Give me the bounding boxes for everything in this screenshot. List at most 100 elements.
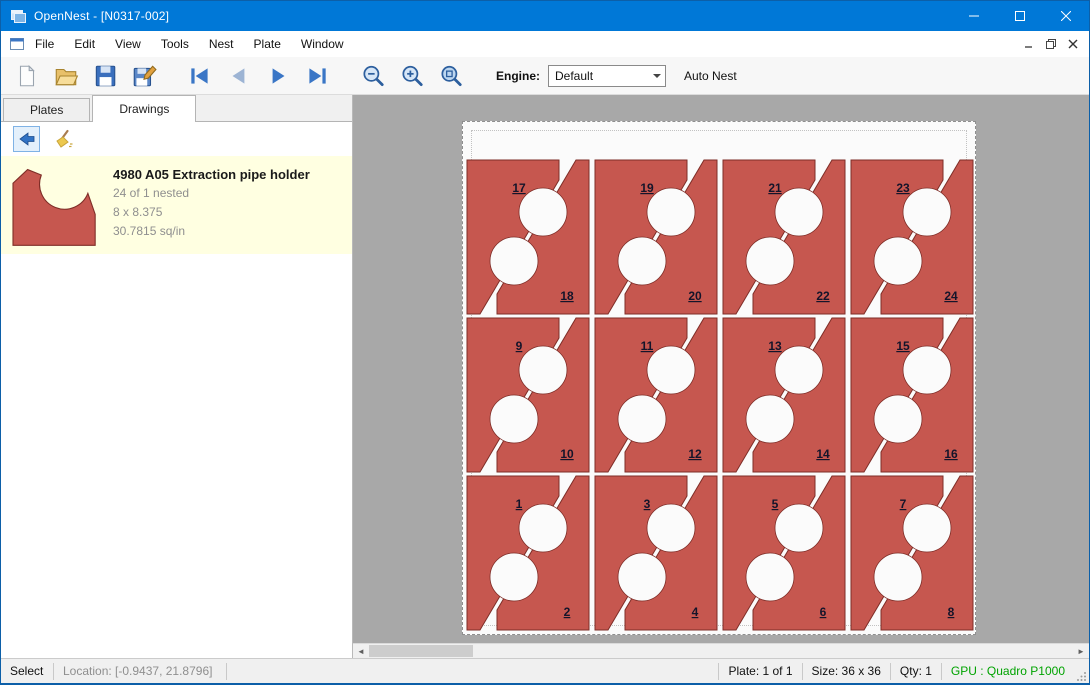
- menu-item-plate[interactable]: Plate: [244, 31, 291, 57]
- previous-plate-icon[interactable]: [226, 63, 252, 89]
- part-notch-hole: [618, 553, 666, 601]
- nested-part-pair[interactable]: 15 16: [849, 316, 975, 474]
- part-number-label: 21: [768, 181, 782, 195]
- scroll-right-arrow-icon[interactable]: ►: [1073, 644, 1089, 658]
- zoom-fit-icon[interactable]: [438, 63, 464, 89]
- menu-item-window[interactable]: Window: [291, 31, 354, 57]
- part-thumbnail: [9, 165, 101, 249]
- status-location: Location: [-0.9437, 21.8796]: [54, 664, 226, 678]
- nested-part-pair[interactable]: 5 6: [721, 474, 847, 632]
- part-number-label: 3: [644, 497, 651, 511]
- tab-drawings[interactable]: Drawings: [92, 95, 196, 122]
- part-notch-hole: [490, 395, 538, 443]
- part-notch-hole: [519, 188, 567, 236]
- nested-part-pair[interactable]: 17 18: [465, 158, 591, 316]
- part-notch-hole: [647, 346, 695, 394]
- menu-item-view[interactable]: View: [105, 31, 151, 57]
- part-notch-hole: [647, 504, 695, 552]
- mdi-child-controls: [1018, 34, 1084, 54]
- part-notch-hole: [746, 395, 794, 443]
- minimize-button[interactable]: [951, 1, 997, 31]
- main-toolbar: Engine: Default Auto Nest: [1, 57, 1089, 95]
- close-button[interactable]: [1043, 1, 1089, 31]
- menubar: File Edit View Tools Nest Plate Window: [1, 31, 1089, 57]
- clear-broom-button[interactable]: [50, 126, 77, 152]
- nested-part-pair[interactable]: 23 24: [849, 158, 975, 316]
- part-title: 4980 A05 Extraction pipe holder: [113, 167, 310, 182]
- maximize-button[interactable]: [997, 1, 1043, 31]
- nest-canvas[interactable]: 17 18 19 20 21 22 23: [353, 95, 1089, 658]
- part-number-label: 22: [816, 289, 830, 303]
- last-plate-icon[interactable]: [304, 63, 330, 89]
- drawings-toolbar: [1, 122, 352, 156]
- part-notch-hole: [490, 237, 538, 285]
- nested-part-pair[interactable]: 13 14: [721, 316, 847, 474]
- first-plate-icon[interactable]: [187, 63, 213, 89]
- status-gpu: GPU : Quadro P1000: [942, 664, 1074, 678]
- maximize-icon: [1015, 11, 1025, 21]
- save-edit-icon[interactable]: [131, 63, 157, 89]
- drawing-list-item[interactable]: 4980 A05 Extraction pipe holder 24 of 1 …: [1, 156, 352, 254]
- nested-part-pair[interactable]: 9 10: [465, 316, 591, 474]
- menu-item-edit[interactable]: Edit: [64, 31, 105, 57]
- zoom-in-icon[interactable]: [399, 63, 425, 89]
- status-mode: Select: [1, 664, 53, 678]
- open-folder-icon[interactable]: [53, 63, 79, 89]
- part-number-label: 17: [512, 181, 526, 195]
- nested-part-pair[interactable]: 7 8: [849, 474, 975, 632]
- nested-part-pair[interactable]: 11 12: [593, 316, 719, 474]
- close-icon: [1061, 11, 1071, 21]
- return-part-icon: [17, 129, 37, 149]
- nested-part-pair[interactable]: 1 2: [465, 474, 591, 632]
- tab-plates[interactable]: Plates: [3, 98, 90, 121]
- part-info: 4980 A05 Extraction pipe holder 24 of 1 …: [113, 163, 310, 247]
- horizontal-scrollbar[interactable]: ◄ ►: [353, 643, 1089, 658]
- zoom-out-icon[interactable]: [360, 63, 386, 89]
- save-icon[interactable]: [92, 63, 118, 89]
- mdi-restore-button[interactable]: [1040, 34, 1062, 54]
- part-number-label: 4: [692, 605, 699, 619]
- window-controls: [951, 1, 1089, 31]
- nested-part-pair[interactable]: 3 4: [593, 474, 719, 632]
- resize-grip[interactable]: [1074, 659, 1089, 683]
- titlebar: OpenNest - [N0317-002]: [1, 1, 1089, 31]
- nested-part-pair[interactable]: 21 22: [721, 158, 847, 316]
- app-window: OpenNest - [N0317-002] File Edit View To…: [0, 0, 1090, 685]
- part-number-label: 8: [948, 605, 955, 619]
- status-plate: Plate: 1 of 1: [719, 664, 801, 678]
- part-area: 30.7815 sq/in: [113, 224, 310, 239]
- engine-selected-value: Default: [549, 69, 649, 83]
- return-part-button[interactable]: [13, 126, 40, 152]
- part-notch-hole: [903, 346, 951, 394]
- menu-item-file[interactable]: File: [25, 31, 64, 57]
- next-plate-icon[interactable]: [265, 63, 291, 89]
- auto-nest-button[interactable]: Auto Nest: [684, 69, 737, 83]
- chevron-down-icon[interactable]: [649, 74, 665, 78]
- window-title: OpenNest - [N0317-002]: [34, 9, 169, 23]
- part-number-label: 20: [688, 289, 702, 303]
- mdi-minimize-button[interactable]: [1018, 34, 1040, 54]
- clear-broom-icon: [54, 129, 74, 149]
- new-document-icon[interactable]: [14, 63, 40, 89]
- part-notch-hole: [618, 395, 666, 443]
- sidebar-tabstrip: Plates Drawings: [1, 95, 352, 122]
- plate[interactable]: 17 18 19 20 21 22 23: [462, 121, 976, 635]
- menu-item-tools[interactable]: Tools: [151, 31, 199, 57]
- part-number-label: 10: [560, 447, 574, 461]
- part-notch-hole: [775, 188, 823, 236]
- mdi-close-icon: [1068, 39, 1078, 49]
- nested-part-pair[interactable]: 19 20: [593, 158, 719, 316]
- menu-item-nest[interactable]: Nest: [199, 31, 244, 57]
- part-notch-hole: [874, 237, 922, 285]
- mdi-close-button[interactable]: [1062, 34, 1084, 54]
- sidebar: Plates Drawings: [1, 95, 353, 658]
- part-notch-hole: [874, 395, 922, 443]
- part-number-label: 12: [688, 447, 702, 461]
- part-number-label: 15: [896, 339, 910, 353]
- scrollbar-thumb[interactable]: [369, 645, 473, 657]
- part-notch-hole: [746, 553, 794, 601]
- part-number-label: 18: [560, 289, 574, 303]
- part-notch-hole: [519, 346, 567, 394]
- engine-select[interactable]: Default: [548, 65, 666, 87]
- scroll-left-arrow-icon[interactable]: ◄: [353, 644, 369, 658]
